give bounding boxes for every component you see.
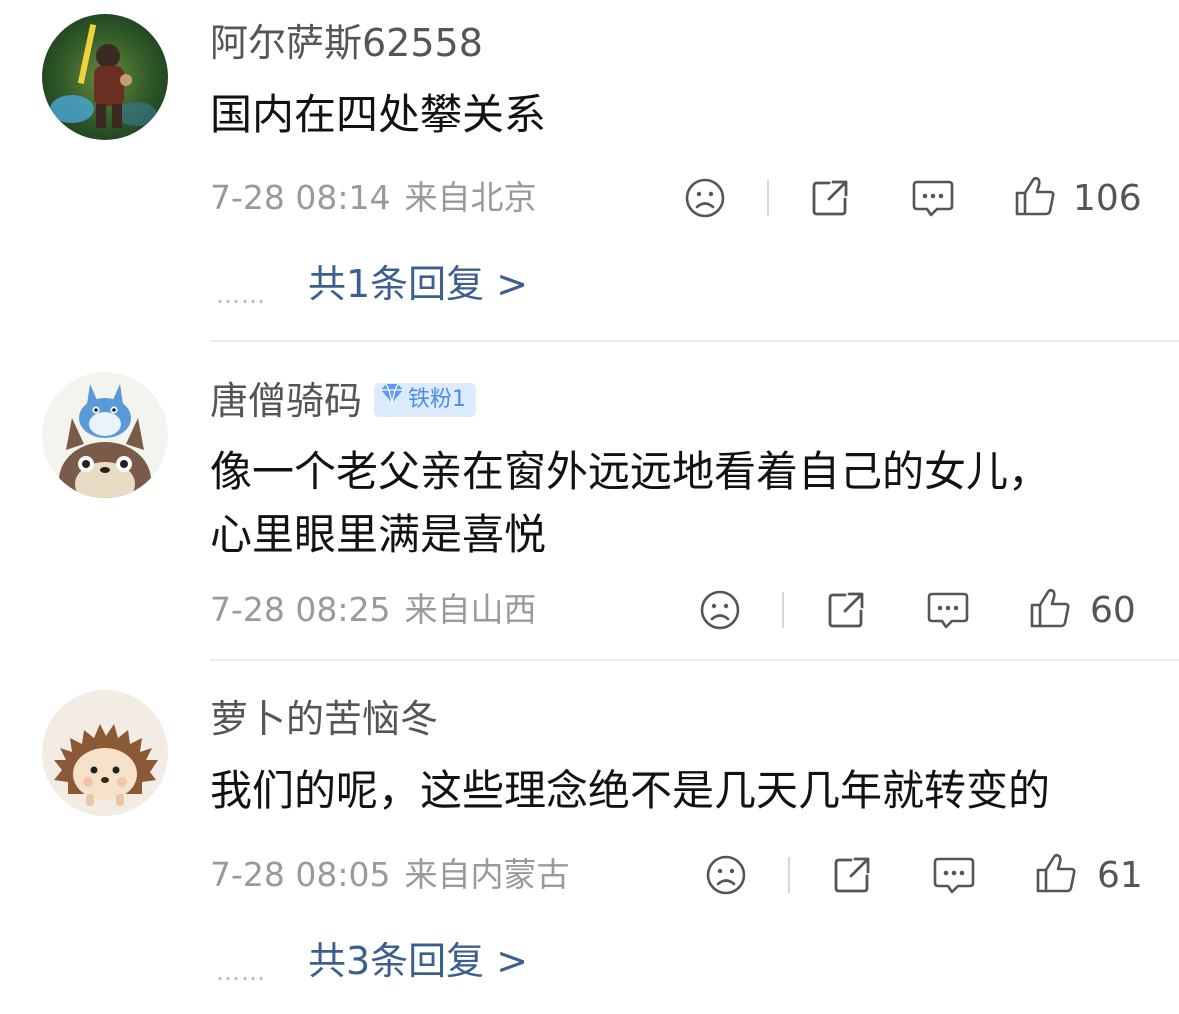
comment-text: 像一个老父亲在窗外远远地看着自己的女儿， 心里眼里满是喜悦 [210,447,1051,559]
username[interactable]: 阿尔萨斯62558 [210,24,483,62]
divider-vertical [788,857,790,893]
thumbs-up-icon[interactable] [1034,851,1078,899]
avatar[interactable] [42,372,168,498]
comment-location: 来自山西 [404,590,537,629]
diamond-icon [380,381,404,415]
comment-meta: 7-28 08:05 来自内蒙古 [210,858,584,891]
comment-divider [210,340,1179,342]
divider-vertical [767,180,769,216]
reply-dots: …… [216,958,266,986]
comment-date: 7-28 08:14 [210,178,391,217]
comment-bubble-icon[interactable] [932,854,976,900]
comment-bubble-icon[interactable] [926,589,970,635]
thumbs-up-icon[interactable] [1013,174,1057,222]
sad-face-icon[interactable] [699,589,741,635]
badge-label: 铁粉1 [408,386,467,412]
username: 唐僧骑码 铁粉1 [210,379,477,423]
reply-dots: …… [216,281,266,309]
comment-location: 来自内蒙古 [404,855,570,894]
like-count: 61 [1097,855,1143,896]
view-replies-link[interactable]: 共3条回复 > [308,942,528,980]
comment-meta: 7-28 08:25 来自山西 [210,593,551,626]
sad-face-icon[interactable] [705,854,747,900]
share-icon[interactable] [825,589,867,635]
fan-badge[interactable]: 铁粉1 [374,381,477,417]
comment-date: 7-28 08:25 [210,590,391,629]
like-count: 106 [1073,178,1142,219]
divider-vertical [782,592,784,628]
thumbs-up-icon[interactable] [1028,586,1072,634]
view-replies-link[interactable]: 共1条回复 > [308,265,528,303]
comment-divider [210,659,1179,661]
comment-meta: 7-28 08:14 来自北京 [210,181,551,214]
avatar[interactable] [42,14,168,140]
comment-text: 我们的呢，这些理念绝不是几天几年就转变的 [210,766,1051,815]
like-count: 60 [1090,590,1136,631]
sad-face-icon[interactable] [684,177,726,223]
comment-date: 7-28 08:05 [210,855,391,894]
share-icon[interactable] [809,177,851,223]
comment-text: 国内在四处攀关系 [210,90,547,139]
comment-location: 来自北京 [404,178,537,217]
username-text[interactable]: 唐僧骑码 [210,379,362,423]
share-icon[interactable] [831,854,873,900]
comment-bubble-icon[interactable] [911,177,955,223]
avatar[interactable] [42,690,168,816]
username[interactable]: 萝卜的苦恼冬 [210,700,438,738]
